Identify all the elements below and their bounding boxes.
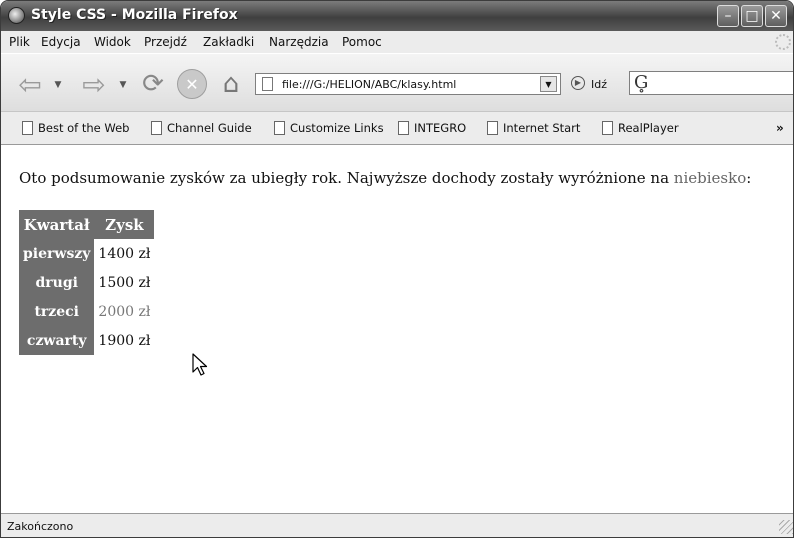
bookmark-label: Channel Guide [167,121,252,135]
resize-grip-icon[interactable] [779,520,793,534]
bookmark-best-of-the-web[interactable]: Best of the Web [22,121,129,137]
reload-icon[interactable]: ⟳ [137,68,169,100]
menu-bookmarks[interactable]: Zakładki [203,35,254,49]
menu-bar: Plik Edycja Widok Przejdź Zakładki Narzę… [1,31,793,53]
intro-suffix: : [746,169,752,187]
window-title: Style CSS - Mozilla Firefox [31,7,238,23]
table-row: czwarty 1900 zł [19,326,154,355]
status-text: Zakończono [7,520,74,533]
close-button[interactable]: ✕ [765,5,787,27]
bookmark-label: Internet Start [503,121,581,135]
row-profit-highlighted: 2000 zł [98,303,151,320]
minimize-button[interactable]: – [717,5,739,27]
menu-tools[interactable]: Narzędzia [269,35,329,49]
bookmarks-toolbar: Best of the Web Channel Guide Customize … [1,111,793,145]
firefox-icon [8,7,25,24]
throbber-icon [775,34,791,50]
navigation-toolbar: ⇦ ▼ ⇨ ▼ ⟳ ✕ ⌂ file:///G:/HELION/ABC/klas… [1,53,793,111]
maximize-button[interactable]: □ [741,5,763,27]
page-icon [22,121,33,135]
forward-arrow-icon[interactable]: ⇨ [79,68,109,101]
bookmark-realplayer[interactable]: RealPlayer [602,121,679,137]
row-quarter: czwarty [19,326,95,355]
page-icon [151,121,162,135]
header-profit: Zysk [94,210,155,239]
bookmark-label: Best of the Web [38,121,130,135]
bookmarks-overflow-chevron-icon[interactable]: » [776,121,784,135]
page-icon [602,121,613,135]
page-icon [262,77,273,91]
row-quarter: drugi [19,268,95,297]
back-dropdown-icon[interactable]: ▼ [52,80,64,90]
row-profit: 1400 zł [98,245,151,262]
intro-highlight-word: niebiesko [673,169,747,187]
row-quarter: pierwszy [19,239,95,268]
google-g-icon[interactable]: G̥ [634,72,648,93]
forward-dropdown-icon[interactable]: ▼ [117,80,129,90]
go-button-label[interactable]: Idź [591,78,607,91]
search-box[interactable]: G̥ [629,71,793,95]
table-row: pierwszy 1400 zł [19,239,154,268]
table-header-row: Kwartał Zysk [19,210,155,239]
bookmark-label: Customize Links [290,121,384,135]
stop-icon[interactable]: ✕ [177,69,207,99]
bookmark-customize-links[interactable]: Customize Links [274,121,384,137]
row-profit: 1900 zł [98,332,151,349]
page-icon [274,121,285,135]
table-row: drugi 1500 zł [19,268,154,297]
url-dropdown-icon[interactable]: ▼ [540,76,557,92]
bookmark-channel-guide[interactable]: Channel Guide [151,121,252,137]
row-profit: 1500 zł [98,274,151,291]
browser-window: Style CSS - Mozilla Firefox – □ ✕ Plik E… [0,0,794,538]
bookmark-label: INTEGRO [414,121,467,135]
go-icon[interactable]: ▶ [571,76,585,90]
intro-text: Oto podsumowanie zysków za ubiegły rok. … [19,169,674,187]
menu-go[interactable]: Przejdź [144,35,187,49]
address-bar[interactable]: file:///G:/HELION/ABC/klasy.html ▼ [255,73,561,95]
back-arrow-icon[interactable]: ⇦ [15,68,45,101]
home-icon[interactable]: ⌂ [215,68,247,100]
intro-paragraph: Oto podsumowanie zysków za ubiegły rok. … [19,169,751,187]
page-icon [398,121,409,135]
header-quarter: Kwartał [19,210,95,239]
menu-edit[interactable]: Edycja [41,35,81,49]
page-content: Oto podsumowanie zysków za ubiegły rok. … [1,145,793,513]
bookmark-integro[interactable]: INTEGRO [398,121,466,137]
table-row: trzeci 2000 zł [19,297,154,326]
menu-file[interactable]: Plik [9,35,30,49]
title-bar: Style CSS - Mozilla Firefox – □ ✕ [1,1,793,31]
url-text[interactable]: file:///G:/HELION/ABC/klasy.html [282,78,456,91]
bookmark-internet-start[interactable]: Internet Start [487,121,580,137]
status-bar: Zakończono [1,513,793,537]
menu-view[interactable]: Widok [94,35,131,49]
row-quarter: trzeci [19,297,95,326]
menu-help[interactable]: Pomoc [342,35,382,49]
bookmark-label: RealPlayer [618,121,679,135]
mouse-cursor-icon [192,353,208,376]
page-icon [487,121,498,135]
profits-table: Kwartał Zysk pierwszy 1400 zł drugi 1500… [19,210,155,355]
